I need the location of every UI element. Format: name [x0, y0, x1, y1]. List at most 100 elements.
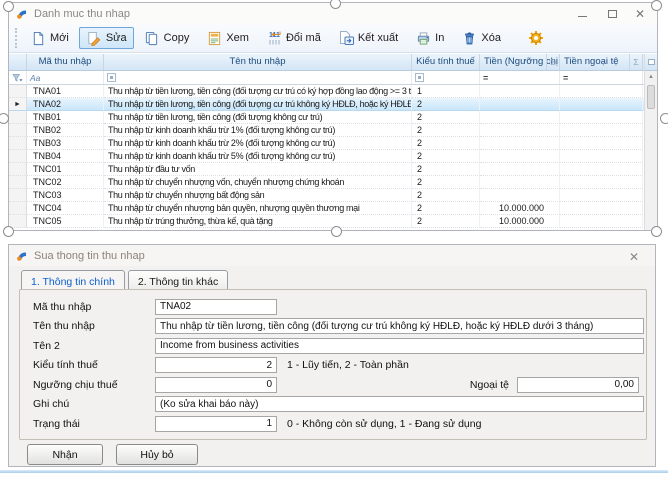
- row-indicator: ►: [9, 98, 27, 111]
- header-indicator-cell: [9, 54, 27, 70]
- close-button[interactable]: ✕: [627, 6, 653, 22]
- column-header-foreign-currency[interactable]: Tiền ngoại tệ Σ: [560, 54, 643, 70]
- status-input[interactable]: [155, 416, 277, 432]
- cell-foreign-currency: [560, 124, 643, 137]
- filter-cell-code[interactable]: Aa: [27, 71, 104, 84]
- name-input[interactable]: [155, 318, 644, 334]
- scroll-up-button[interactable]: ▲: [645, 71, 657, 84]
- view-button[interactable]: Xem: [199, 27, 256, 49]
- dialog-buttons: Nhận Hủy bỏ: [27, 444, 198, 465]
- tab-other-info[interactable]: 2. Thông tin khác: [128, 270, 228, 290]
- row-indicator: [9, 176, 27, 189]
- selection-handle[interactable]: [3, 1, 14, 12]
- cell-threshold: [480, 189, 560, 202]
- copy-button[interactable]: Copy: [137, 27, 197, 49]
- code-label: Mã thu nhập: [33, 301, 155, 313]
- tab-main-info[interactable]: 1. Thông tin chính: [21, 270, 125, 290]
- cell-code: TNA02: [27, 98, 104, 111]
- filter-row: Aa = =: [9, 71, 644, 85]
- cell-code: TNC03: [27, 189, 104, 202]
- column-header-tax-type[interactable]: Kiểu tính thuế: [412, 54, 480, 70]
- filter-cell-name[interactable]: [104, 71, 412, 84]
- filter-cell-threshold[interactable]: =: [480, 71, 560, 84]
- view-button-label: Xem: [226, 32, 249, 44]
- table-row[interactable]: TNB02Thu nhập từ kinh doanh khấu trừ 1% …: [9, 124, 644, 137]
- vertical-scrollbar[interactable]: ▲: [644, 54, 657, 230]
- minimize-button[interactable]: [569, 6, 595, 22]
- selection-handle[interactable]: [651, 226, 662, 237]
- note-input[interactable]: [155, 396, 644, 412]
- currency-label: Ngoại tệ: [470, 379, 509, 391]
- table-row[interactable]: TNC04Thu nhập từ chuyển nhượng bản quyền…: [9, 202, 644, 215]
- cell-foreign-currency: [560, 189, 643, 202]
- sum-icon[interactable]: Σ: [546, 54, 559, 70]
- dialog-tabs: 1. Thông tin chính 2. Thông tin khác: [21, 270, 228, 290]
- form-row-note: Ghi chú: [20, 395, 646, 415]
- filter-cell-indicator[interactable]: [9, 71, 27, 84]
- cell-tax-type: 2: [412, 189, 480, 202]
- filter-cell-tax-type[interactable]: [412, 71, 480, 84]
- dialog-titlebar[interactable]: Sua thong tin thu nhap ✕: [9, 245, 655, 266]
- selection-handle[interactable]: [330, 0, 341, 9]
- cell-name: Thu nhập từ trúng thưởng, thừa kế, quà t…: [104, 215, 412, 228]
- threshold-input[interactable]: [155, 377, 277, 393]
- main-info-panel: Mã thu nhập Tên thu nhập Tên 2 Kiểu tính…: [19, 289, 647, 440]
- cancel-button[interactable]: Hủy bỏ: [116, 444, 198, 465]
- list-window: Danh muc thu nhap ✕ Mới Sửa: [8, 2, 658, 231]
- table-row[interactable]: TNC05Thu nhập từ trúng thưởng, thừa kế, …: [9, 215, 644, 228]
- selection-handle[interactable]: [0, 113, 9, 124]
- cell-tax-type: 2: [412, 124, 480, 137]
- sum-icon[interactable]: Σ: [629, 54, 642, 70]
- filter-cell-foreign-currency[interactable]: =: [560, 71, 643, 84]
- selection-handle[interactable]: [651, 0, 662, 11]
- name2-input[interactable]: [155, 338, 644, 354]
- settings-button[interactable]: [521, 27, 551, 49]
- table-row[interactable]: TNB03Thu nhập từ kinh doanh khấu trừ 2% …: [9, 137, 644, 150]
- toolbar-grip[interactable]: [15, 28, 18, 48]
- selection-handle[interactable]: [660, 113, 668, 124]
- selection-handle[interactable]: [3, 226, 14, 237]
- accept-button[interactable]: Nhận: [27, 444, 103, 465]
- table-row[interactable]: ►TNA02Thu nhập từ tiền lương, tiền công …: [9, 98, 644, 111]
- column-header-name[interactable]: Tên thu nhập: [104, 54, 412, 70]
- table-row[interactable]: TNB04Thu nhập từ kinh doanh khấu trừ 5% …: [9, 150, 644, 163]
- new-button[interactable]: Mới: [23, 27, 76, 49]
- table-row[interactable]: TNC02Thu nhập từ chuyển nhượng vốn, chuy…: [9, 176, 644, 189]
- table-row[interactable]: TNB01Thu nhập từ tiền lương, tiền công (…: [9, 111, 644, 124]
- maximize-button[interactable]: [599, 6, 625, 22]
- form-row-status: Trạng thái 0 - Không còn sử dụng, 1 - Đa…: [20, 414, 646, 434]
- tax-type-input[interactable]: [155, 357, 277, 373]
- form-row-name: Tên thu nhập: [20, 317, 646, 337]
- column-header-foreign-currency-label: Tiền ngoại tệ: [564, 56, 619, 67]
- currency-input[interactable]: [517, 377, 639, 393]
- column-chooser-icon: [648, 59, 655, 65]
- note-label: Ghi chú: [33, 398, 155, 410]
- column-header-threshold[interactable]: Tiền (Ngưỡng chịΣ: [480, 54, 560, 70]
- table-row[interactable]: TNC01Thu nhập từ đầu tư vốn2: [9, 163, 644, 176]
- print-button-label: In: [435, 32, 444, 44]
- cell-tax-type: 2: [412, 163, 480, 176]
- table-row[interactable]: TNA01Thu nhập từ tiền lương, tiền công (…: [9, 85, 644, 98]
- selection-handle[interactable]: [331, 226, 342, 237]
- export-button[interactable]: Kết xuất: [331, 27, 405, 49]
- scrollbar-corner[interactable]: [645, 54, 657, 71]
- column-header-code[interactable]: Mã thu nhập: [27, 54, 104, 70]
- cell-foreign-currency: [560, 150, 643, 163]
- cell-name: Thu nhập từ chuyển nhượng vốn, chuyển nh…: [104, 176, 412, 189]
- table-row[interactable]: TNC03Thu nhập từ chuyển nhượng bất động …: [9, 189, 644, 202]
- dialog-close-button[interactable]: ✕: [621, 249, 647, 265]
- tax-type-label: Kiểu tính thuế: [33, 359, 155, 371]
- maximize-icon: [608, 10, 617, 18]
- cell-foreign-currency: [560, 176, 643, 189]
- gear-icon: [528, 30, 544, 46]
- scrollbar-thumb[interactable]: [647, 85, 655, 109]
- edit-button[interactable]: Sửa: [79, 27, 134, 49]
- print-button[interactable]: In: [408, 27, 451, 49]
- delete-button[interactable]: Xóa: [454, 27, 508, 49]
- cell-name: Thu nhập từ kinh doanh khấu trừ 2% (đối …: [104, 137, 412, 150]
- change-code-button[interactable]: 111 Đổi mã: [259, 27, 328, 49]
- code-input[interactable]: [155, 299, 277, 315]
- cell-tax-type: 2: [412, 176, 480, 189]
- filter-sort-icon: Aa: [30, 73, 40, 83]
- cell-threshold: [480, 150, 560, 163]
